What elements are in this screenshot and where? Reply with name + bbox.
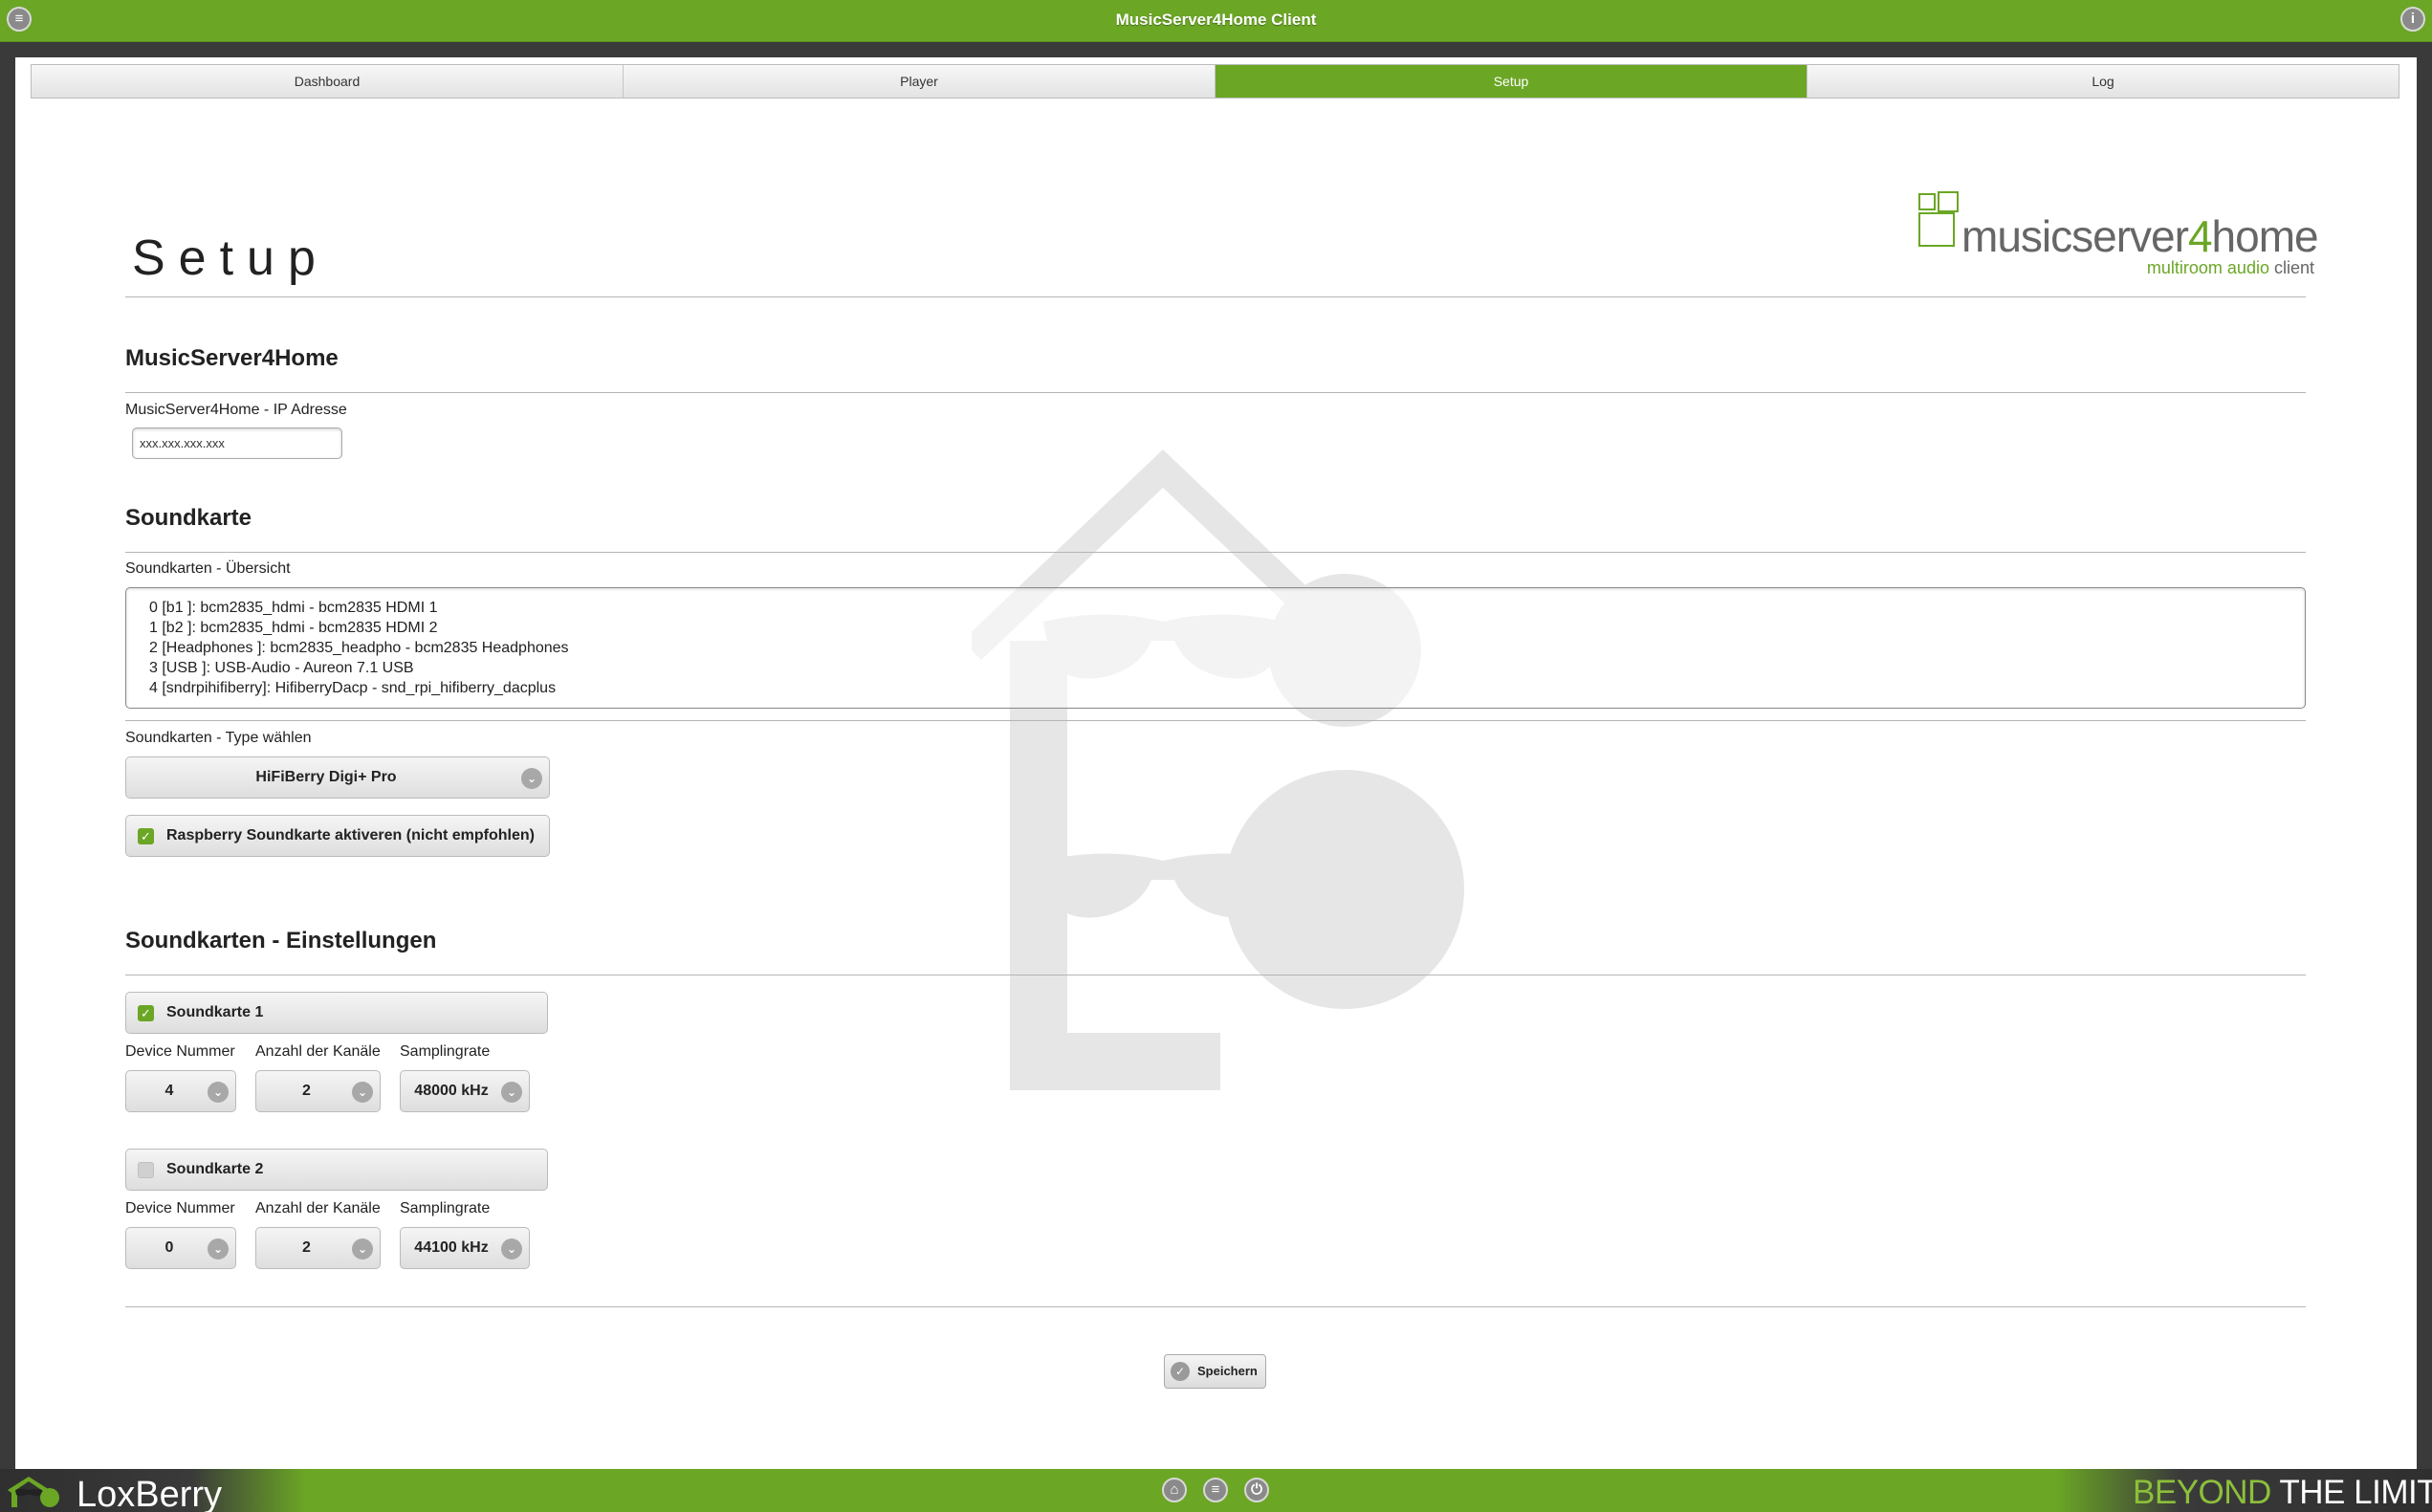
bottom-divider: [125, 1306, 2306, 1307]
chevron-down-icon: ⌄: [208, 1082, 229, 1103]
footer-slogan: BEYOND THE LIMITS: [2133, 1474, 2432, 1511]
soundcard-1-checkbox[interactable]: ✓ Soundkarte 1: [125, 992, 548, 1034]
section-divider: [125, 392, 2306, 393]
device-number-value: 4: [164, 1083, 174, 1099]
device-number-select[interactable]: 4 ⌄: [125, 1070, 236, 1112]
info-icon[interactable]: i: [2400, 7, 2425, 32]
soundcard-type-value: HiFiBerry Digi+ Pro: [255, 769, 397, 785]
chevron-down-icon: ⌄: [501, 1238, 522, 1260]
overview-line: 1 [b2 ]: bcm2835_hdmi - bcm2835 HDMI 2: [149, 620, 438, 636]
soundcard-2-checkbox[interactable]: Soundkarte 2: [125, 1149, 548, 1191]
samplingrate-select[interactable]: 44100 kHz ⌄: [400, 1227, 530, 1269]
section-divider: [125, 720, 2306, 721]
right-frame: [2417, 42, 2432, 1469]
save-button-label: Speichern: [1197, 1364, 1258, 1378]
section-heading-ms4h: MusicServer4Home: [125, 345, 339, 371]
samplingrate-label: Samplingrate: [400, 1043, 491, 1060]
chevron-down-icon: ⌄: [501, 1082, 522, 1103]
overview-label: Soundkarten - Übersicht: [125, 560, 291, 577]
tab-log[interactable]: Log: [1808, 65, 2399, 98]
raspberry-soundcard-checkbox[interactable]: ✓ Raspberry Soundkarte aktiveren (nicht …: [125, 815, 550, 857]
soundcard-1-label: Soundkarte 1: [166, 1004, 264, 1020]
device-number-label: Device Nummer: [125, 1200, 235, 1216]
samplingrate-label: Samplingrate: [400, 1200, 491, 1216]
channels-select[interactable]: 2 ⌄: [255, 1227, 381, 1269]
device-number-value: 0: [164, 1239, 174, 1256]
type-label: Soundkarten - Type wählen: [125, 730, 312, 746]
left-frame: [0, 42, 15, 1469]
soundcard-2-label: Soundkarte 2: [166, 1161, 264, 1177]
page-title: Setup: [132, 230, 329, 286]
title-divider: [125, 296, 2306, 297]
raspberry-checkbox-label: Raspberry Soundkarte aktiveren (nicht em…: [166, 827, 535, 844]
power-icon[interactable]: ⏻: [1244, 1478, 1269, 1502]
overview-line: 4 [sndrpihifiberry]: HifiberryDacp - snd…: [149, 680, 557, 696]
overview-line: 2 [Headphones ]: bcm2835_headpho - bcm28…: [149, 640, 569, 656]
checkbox-checked-icon: ✓: [138, 828, 154, 844]
chevron-down-icon: ⌄: [208, 1238, 229, 1260]
overview-line: 3 [USB ]: USB-Audio - Aureon 7.1 USB: [149, 660, 414, 676]
soundcard-type-select[interactable]: HiFiBerry Digi+ Pro ⌄: [125, 756, 550, 799]
header-bar: ≡ MusicServer4Home Client i: [0, 0, 2432, 42]
section-heading-settings: Soundkarten - Einstellungen: [125, 928, 437, 953]
main-panel: Dashboard Player Setup Log Setup musicse…: [15, 57, 2417, 1469]
chevron-down-icon: ⌄: [352, 1082, 373, 1103]
section-heading-soundcard: Soundkarte: [125, 505, 252, 531]
samplingrate-select[interactable]: 48000 kHz ⌄: [400, 1070, 530, 1112]
tab-bar: Dashboard Player Setup Log: [31, 64, 2399, 99]
footer-bar: LoxBerry ⌂ ≡ ⏻ BEYOND THE LIMITS: [0, 1469, 2432, 1512]
chevron-down-icon: ⌄: [352, 1238, 373, 1260]
tab-setup[interactable]: Setup: [1216, 65, 1808, 98]
musicserver4home-logo: musicserver4home multiroom audio client: [1918, 191, 2320, 277]
channels-value: 2: [302, 1239, 311, 1256]
check-icon: ✓: [1171, 1362, 1190, 1381]
ip-address-input[interactable]: [132, 427, 342, 459]
app-title: MusicServer4Home Client: [1115, 11, 1317, 29]
device-number-select[interactable]: 0 ⌄: [125, 1227, 236, 1269]
channels-select[interactable]: 2 ⌄: [255, 1070, 381, 1112]
tab-player[interactable]: Player: [624, 65, 1216, 98]
checkbox-unchecked-icon: [138, 1162, 154, 1178]
footer-brand: LoxBerry: [77, 1475, 223, 1512]
soundcard-overview-textarea[interactable]: 0 [b1 ]: bcm2835_hdmi - bcm2835 HDMI 1 1…: [125, 587, 2306, 709]
home-icon[interactable]: ⌂: [1162, 1478, 1187, 1502]
channels-value: 2: [302, 1083, 311, 1099]
save-button[interactable]: ✓ Speichern: [1164, 1354, 1266, 1389]
channels-label: Anzahl der Kanäle: [255, 1200, 381, 1216]
logo-text: musicserver4home: [1961, 211, 2319, 261]
samplingrate-value: 44100 kHz: [414, 1239, 489, 1256]
checkbox-checked-icon: ✓: [138, 1005, 154, 1021]
samplingrate-value: 48000 kHz: [414, 1083, 489, 1099]
loxberry-watermark-icon: [972, 449, 1464, 1090]
logo-subtitle: multiroom audio client: [2146, 258, 2314, 277]
device-number-label: Device Nummer: [125, 1043, 235, 1060]
tab-dashboard[interactable]: Dashboard: [32, 65, 624, 98]
loxberry-logo-icon: [8, 1477, 59, 1507]
section-divider: [125, 552, 2306, 553]
channels-label: Anzahl der Kanäle: [255, 1043, 381, 1060]
chevron-down-icon: ⌄: [521, 768, 542, 789]
menu-icon[interactable]: ≡: [1203, 1478, 1228, 1502]
overview-line: 0 [b1 ]: bcm2835_hdmi - bcm2835 HDMI 1: [149, 600, 438, 616]
ip-label: MusicServer4Home - IP Adresse: [125, 402, 347, 418]
